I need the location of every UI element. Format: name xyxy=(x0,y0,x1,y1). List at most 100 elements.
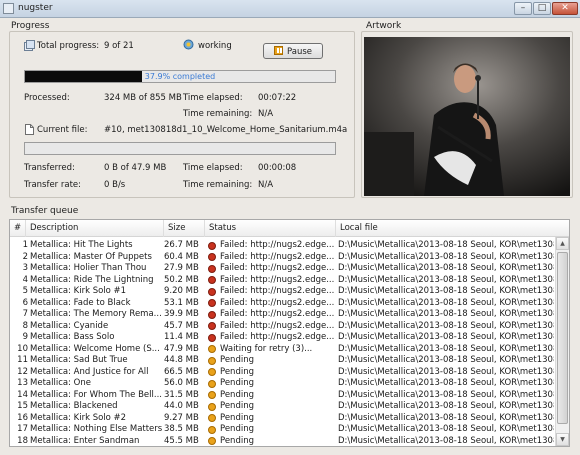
row-number: 9 xyxy=(22,332,28,342)
row-status: Pending xyxy=(220,366,254,377)
row-number: 2 xyxy=(22,251,28,262)
row-status: Failed: http://nugs2.edge... xyxy=(220,263,335,273)
row-description: Metallica: And Justice for All xyxy=(30,366,149,377)
table-row[interactable]: 9 Metallica: Bass Solo 11.4 MB Failed: http… xyxy=(10,332,556,344)
row-number: 4 xyxy=(22,274,28,285)
minimize-button[interactable]: – xyxy=(514,2,532,15)
scroll-thumb[interactable] xyxy=(557,252,568,424)
row-number: 7 xyxy=(22,309,28,319)
row-status: Failed: http://nugs2.edge... xyxy=(220,251,335,262)
error-icon xyxy=(208,322,216,330)
error-icon xyxy=(208,264,216,273)
row-local-file: D:\Music\Metallica\2013-08-18 Seoul, KOR… xyxy=(338,378,554,388)
row-number: 15 xyxy=(17,401,28,411)
table-row[interactable]: 12 Metallica: And Justice for All 66.5 MB P… xyxy=(10,367,556,379)
table-row[interactable]: 7 Metallica: The Memory Rema... 39.9 MB Fai… xyxy=(10,309,556,321)
error-icon xyxy=(208,241,216,250)
transfer-queue-label: Transfer queue xyxy=(11,206,79,216)
table-row[interactable]: 2 Metallica: Master Of Puppets 60.4 MB Fail… xyxy=(10,252,556,264)
row-number: 8 xyxy=(22,320,28,331)
app-icon xyxy=(3,3,14,14)
table-row[interactable]: 3 Metallica: Holier Than Thou 27.9 MB Faile… xyxy=(10,263,556,275)
row-description: Metallica: Kirk Solo #1 xyxy=(30,286,127,296)
pending-icon xyxy=(208,379,216,388)
progress-group-label: Progress xyxy=(11,21,50,31)
row-description: Metallica: Bass Solo xyxy=(30,332,115,342)
row-status: Failed: http://nugs2.edge... xyxy=(220,332,335,342)
time-remaining-label: Time remaining: xyxy=(183,109,253,119)
row-number: 3 xyxy=(22,263,28,273)
close-button[interactable]: ✕ xyxy=(552,2,578,15)
row-description: Metallica: Fade to Black xyxy=(30,297,131,308)
table-row[interactable]: 1 Metallica: Hit The Lights 26.7 MB Failed:… xyxy=(10,240,556,252)
row-local-file: D:\Music\Metallica\2013-08-18 Seoul, KOR… xyxy=(338,320,554,331)
row-number: 5 xyxy=(22,286,28,296)
row-description: Metallica: Enter Sandman xyxy=(30,435,140,446)
pause-button[interactable]: Pause xyxy=(263,43,323,59)
row-local-file: D:\Music\Metallica\2013-08-18 Seoul, KOR… xyxy=(338,424,554,434)
row-status: Waiting for retry (3)... xyxy=(220,343,313,354)
table-row[interactable]: 4 Metallica: Ride The Lightning 50.2 MB Fai… xyxy=(10,275,556,287)
table-row[interactable]: 11 Metallica: Sad But True 44.8 MB Pending D… xyxy=(10,355,556,367)
row-description: Metallica: Hit The Lights xyxy=(30,240,133,250)
row-status: Pending xyxy=(220,389,254,400)
column-header-description[interactable]: Description xyxy=(26,220,164,237)
file-time-remaining-label: Time remaining: xyxy=(183,180,253,190)
column-header-num[interactable]: # xyxy=(10,220,26,237)
transfer-rate-value: 0 B/s xyxy=(104,180,126,190)
table-header: # Description Size Status Local file xyxy=(10,220,569,237)
row-local-file: D:\Music\Metallica\2013-08-18 Seoul, KOR… xyxy=(338,309,554,319)
table-row[interactable]: 8 Metallica: Cyanide 45.7 MB Failed: http:/… xyxy=(10,321,556,333)
table-row[interactable]: 5 Metallica: Kirk Solo #1 9.20 MB Failed: h… xyxy=(10,286,556,298)
table-row[interactable]: 13 Metallica: One 56.0 MB Pending D:\Music\M… xyxy=(10,378,556,390)
row-local-file: D:\Music\Metallica\2013-08-18 Seoul, KOR… xyxy=(338,251,554,262)
row-status: Failed: http://nugs2.edge... xyxy=(220,320,335,331)
row-number: 14 xyxy=(17,389,28,400)
row-size: 44.0 MB xyxy=(164,401,199,411)
column-header-size[interactable]: Size xyxy=(164,220,205,237)
row-size: 66.5 MB xyxy=(164,366,199,377)
column-header-local-file[interactable]: Local file xyxy=(336,220,569,237)
row-description: Metallica: One xyxy=(30,378,91,388)
row-number: 18 xyxy=(17,435,28,446)
row-local-file: D:\Music\Metallica\2013-08-18 Seoul, KOR… xyxy=(338,412,554,423)
row-description: Metallica: For Whom The Bell... xyxy=(30,389,162,400)
row-number: 6 xyxy=(22,297,28,308)
maximize-button[interactable]: □ xyxy=(533,2,551,15)
working-gear-icon xyxy=(183,39,194,50)
scroll-down-icon[interactable]: ▼ xyxy=(556,433,569,446)
table-row[interactable]: 6 Metallica: Fade to Black 53.1 MB Failed: … xyxy=(10,298,556,310)
scroll-up-icon[interactable]: ▲ xyxy=(556,237,569,250)
row-local-file: D:\Music\Metallica\2013-08-18 Seoul, KOR… xyxy=(338,263,554,273)
column-header-status[interactable]: Status xyxy=(205,220,336,237)
row-size: 27.9 MB xyxy=(164,263,199,273)
error-icon xyxy=(208,287,216,296)
row-number: 16 xyxy=(17,412,28,423)
row-number: 1 xyxy=(22,240,28,250)
row-description: Metallica: Holier Than Thou xyxy=(30,263,147,273)
table-row[interactable]: 15 Metallica: Blackened 44.0 MB Pending D:\M… xyxy=(10,401,556,413)
error-icon xyxy=(208,253,216,261)
row-description: Metallica: The Memory Rema... xyxy=(30,309,162,319)
table-row[interactable]: 18 Metallica: Enter Sandman 45.5 MB Pending… xyxy=(10,435,556,447)
table-row[interactable]: 17 Metallica: Nothing Else Matters 38.5 MB… xyxy=(10,424,556,436)
table-row[interactable]: 10 Metallica: Welcome Home (S... 47.9 MB Wa… xyxy=(10,344,556,356)
total-progress-label: Total progress: xyxy=(37,41,100,51)
pending-icon xyxy=(208,391,216,399)
transferred-label: Transferred: xyxy=(24,163,75,173)
row-local-file: D:\Music\Metallica\2013-08-18 Seoul, KOR… xyxy=(338,332,554,342)
transfer-queue-table[interactable]: # Description Size Status Local file 1 Me… xyxy=(9,219,570,447)
row-local-file: D:\Music\Metallica\2013-08-18 Seoul, KOR… xyxy=(338,286,554,296)
row-local-file: D:\Music\Metallica\2013-08-18 Seoul, KOR… xyxy=(338,366,554,377)
row-status: Failed: http://nugs2.edge... xyxy=(220,274,335,285)
file-time-elapsed-label: Time elapsed: xyxy=(183,163,243,173)
row-number: 13 xyxy=(17,378,28,388)
table-row[interactable]: 16 Metallica: Kirk Solo #2 9.27 MB Pending D… xyxy=(10,413,556,425)
row-local-file: D:\Music\Metallica\2013-08-18 Seoul, KOR… xyxy=(338,435,554,446)
row-number: 17 xyxy=(17,424,28,434)
table-row[interactable]: 14 Metallica: For Whom The Bell... 31.5 MB… xyxy=(10,390,556,402)
time-elapsed-value: 00:07:22 xyxy=(258,93,297,103)
error-icon xyxy=(208,299,216,307)
row-size: 47.9 MB xyxy=(164,343,199,354)
vertical-scrollbar[interactable]: ▲ ▼ xyxy=(555,237,569,446)
